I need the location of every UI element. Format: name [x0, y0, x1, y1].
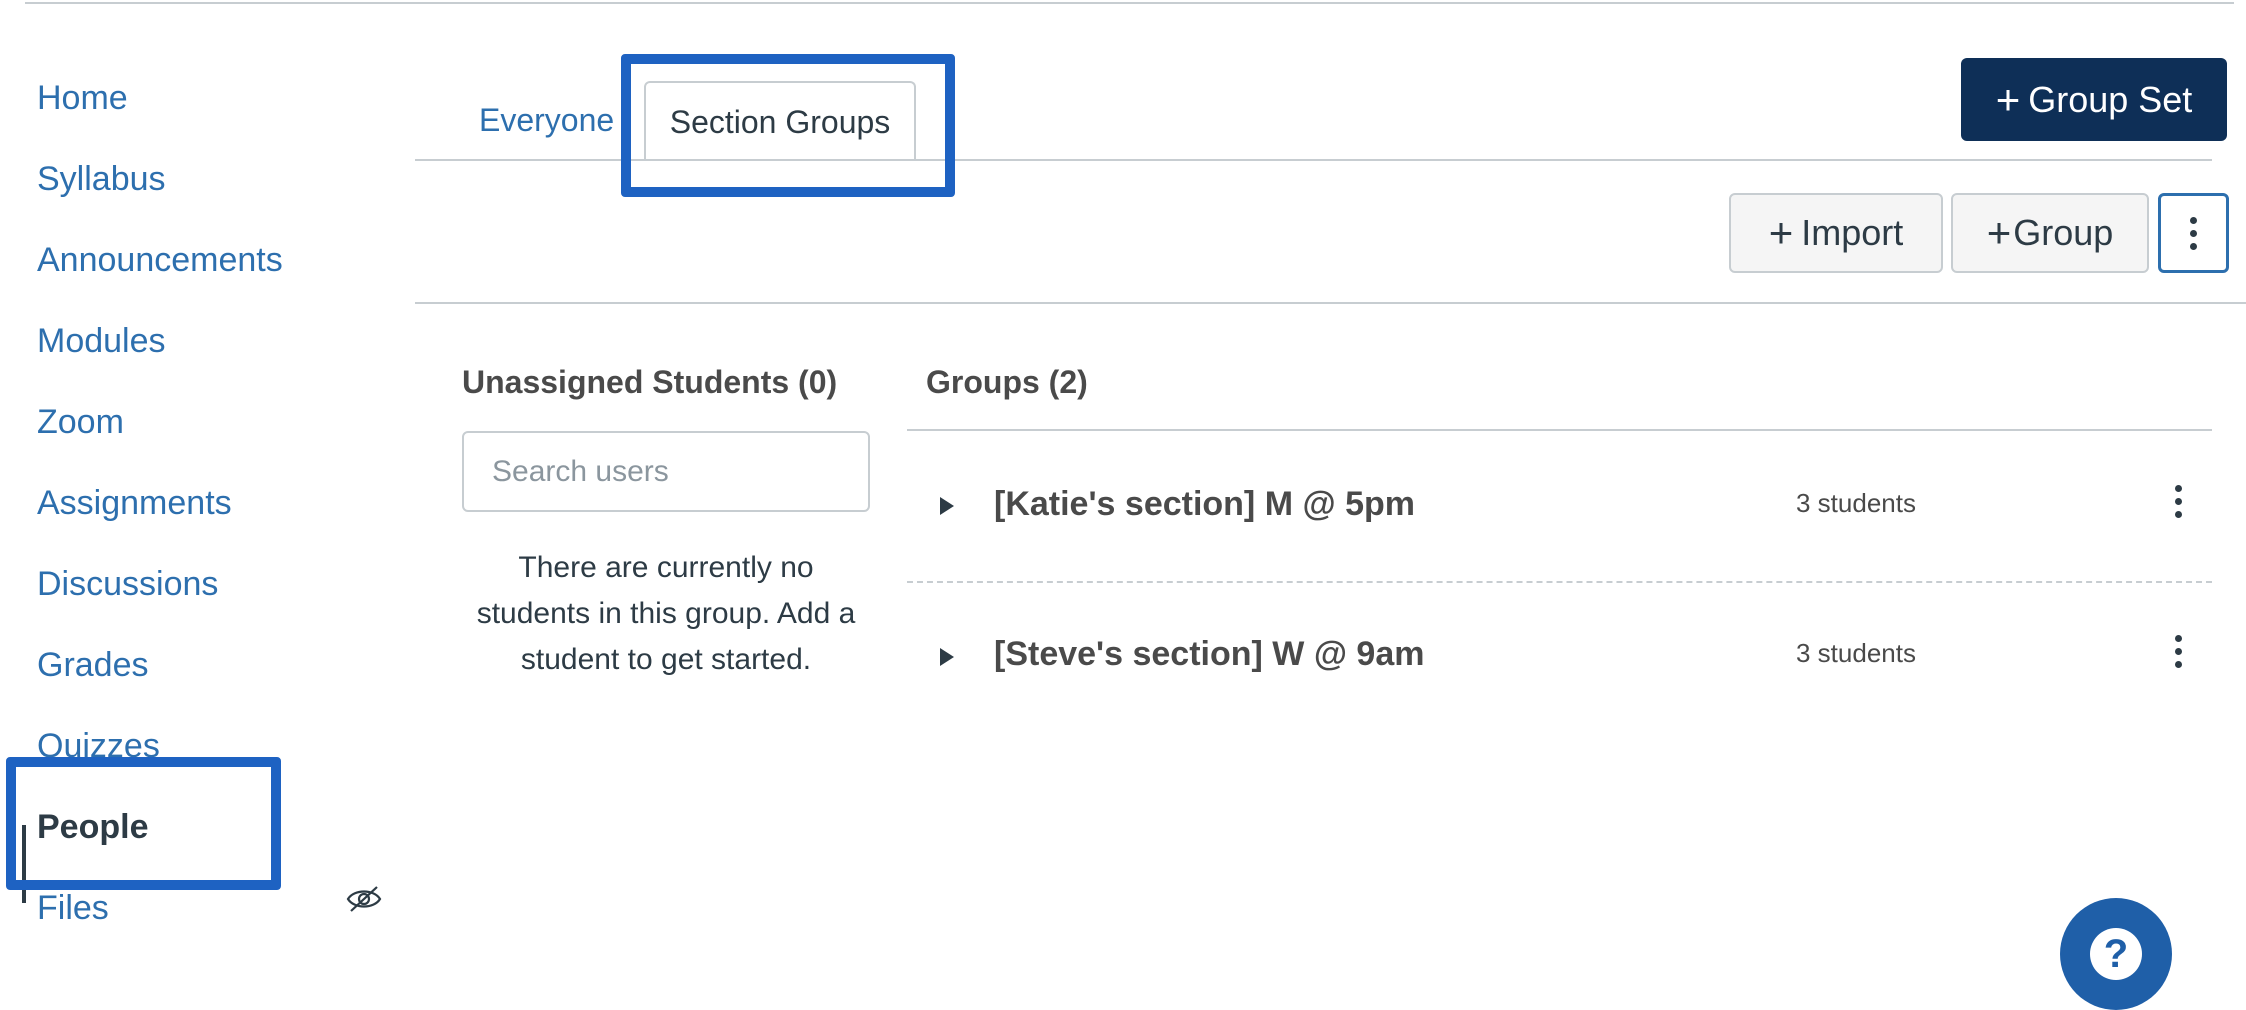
- group-name: [Katie's section] M @ 5pm: [994, 485, 1415, 523]
- toolbar-divider: [415, 302, 2246, 304]
- add-group-set-button[interactable]: + Group Set: [1961, 58, 2227, 141]
- help-button[interactable]: ?: [2060, 898, 2172, 1010]
- nav-item-files[interactable]: Files: [37, 888, 109, 928]
- nav-item-grades[interactable]: Grades: [37, 645, 149, 685]
- eye-slash-icon: [346, 886, 382, 912]
- group-options-icon[interactable]: [2165, 481, 2192, 522]
- expand-caret-icon[interactable]: [940, 648, 954, 666]
- group-student-count: 3 students: [1796, 488, 1916, 518]
- group-student-count: 3 students: [1796, 638, 1916, 668]
- nav-item-zoom[interactable]: Zoom: [37, 402, 124, 442]
- group-row[interactable]: [Katie's section] M @ 5pm 3 students: [907, 431, 2212, 583]
- add-group-button[interactable]: + Group: [1951, 193, 2149, 273]
- nav-item-syllabus[interactable]: Syllabus: [37, 159, 166, 199]
- unassigned-students-heading: Unassigned Students (0): [462, 364, 838, 400]
- help-question-icon: ?: [2090, 928, 2142, 980]
- search-users-input[interactable]: [462, 431, 870, 512]
- highlight-section-groups-tab: [621, 54, 955, 197]
- plus-icon: +: [1986, 209, 2012, 256]
- nav-item-discussions[interactable]: Discussions: [37, 564, 218, 604]
- plus-icon: +: [1995, 75, 2021, 123]
- groups-heading: Groups (2): [926, 364, 1088, 400]
- tab-everyone[interactable]: Everyone: [479, 100, 614, 140]
- more-options-button[interactable]: [2158, 193, 2229, 273]
- nav-item-assignments[interactable]: Assignments: [37, 483, 232, 523]
- nav-item-home[interactable]: Home: [37, 78, 128, 118]
- plus-icon: +: [1768, 209, 1794, 256]
- import-label: Import: [1801, 212, 1904, 253]
- nav-item-modules[interactable]: Modules: [37, 321, 166, 361]
- group-name: [Steve's section] W @ 9am: [994, 635, 1425, 673]
- kebab-menu-icon: [2190, 216, 2197, 224]
- group-set-label: Group Set: [2028, 78, 2193, 120]
- expand-caret-icon[interactable]: [940, 497, 954, 515]
- group-options-icon[interactable]: [2165, 631, 2192, 672]
- import-button[interactable]: + Import: [1729, 193, 1943, 273]
- highlight-people: [6, 757, 281, 890]
- nav-item-announcements[interactable]: Announcements: [37, 240, 283, 280]
- top-divider: [25, 2, 2234, 4]
- group-label: Group: [2013, 212, 2114, 253]
- group-row[interactable]: [Steve's section] W @ 9am 3 students: [907, 583, 2212, 733]
- empty-group-message: There are currently no students in this …: [476, 551, 856, 676]
